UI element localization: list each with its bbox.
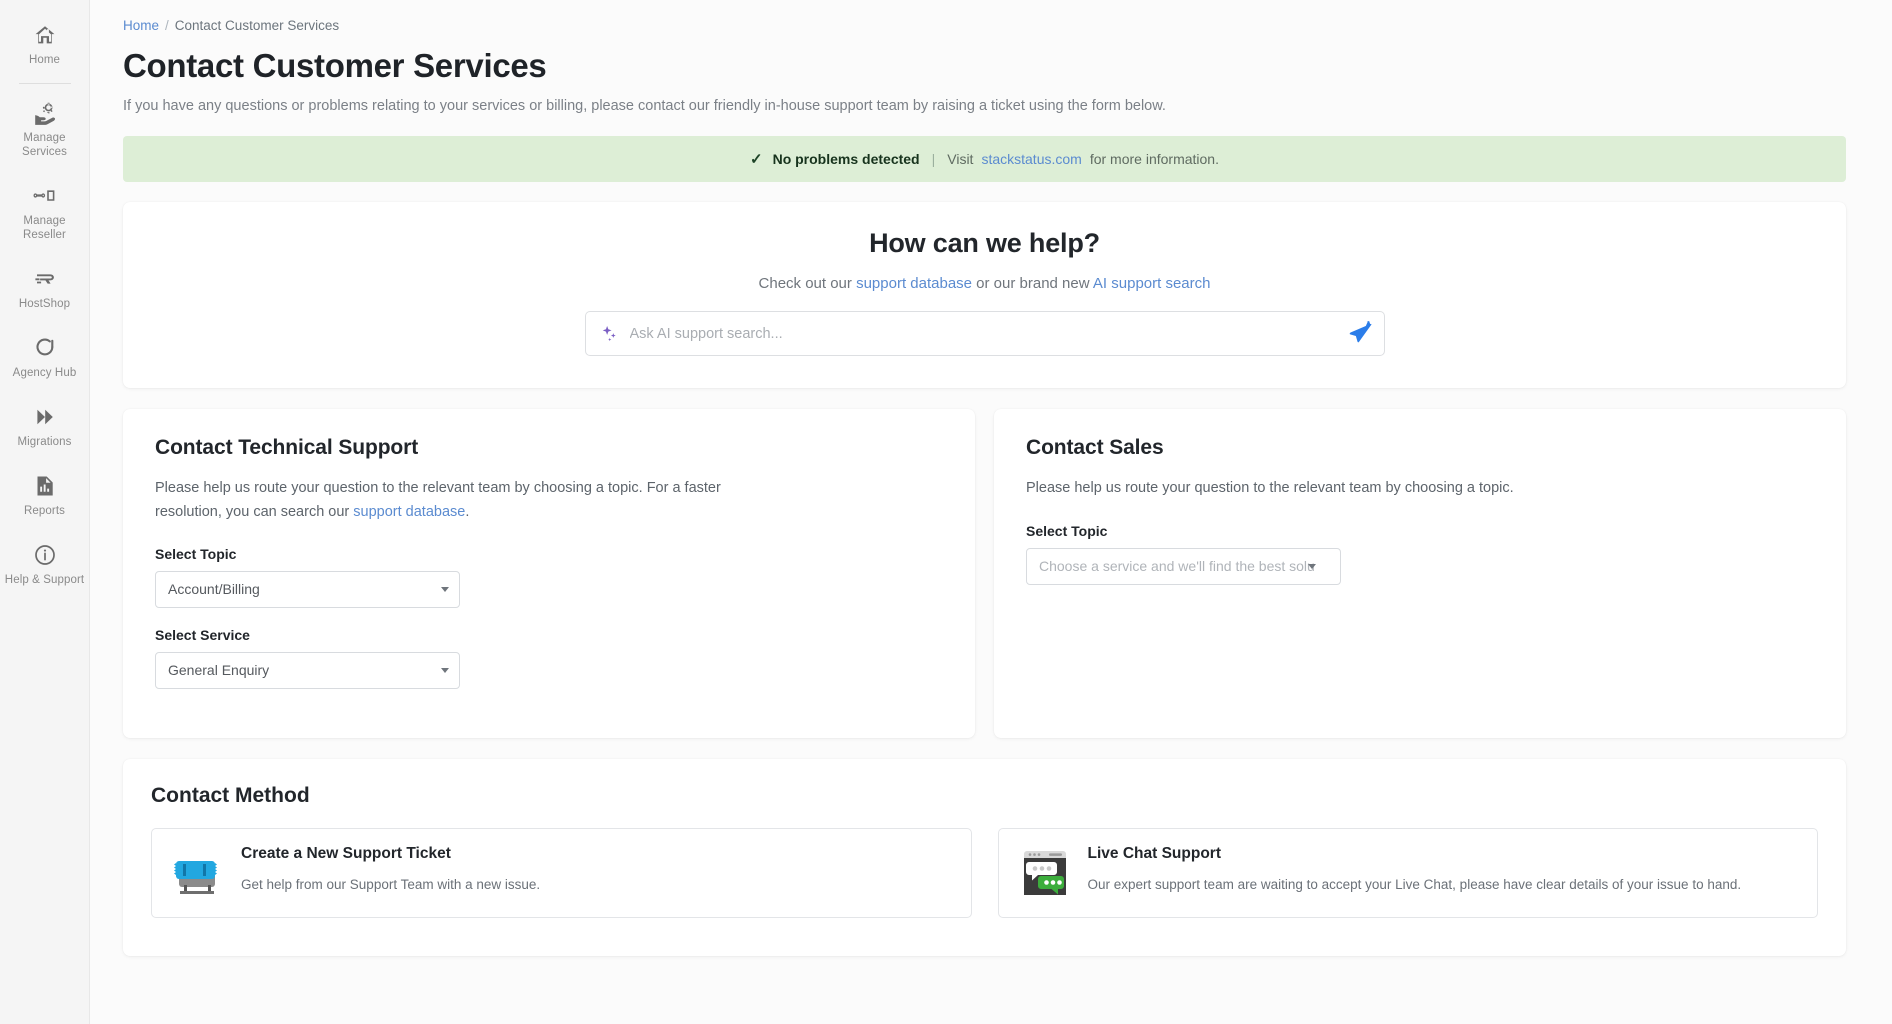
chevron-down-icon bbox=[441, 586, 449, 592]
page-title: Contact Customer Services bbox=[123, 47, 547, 84]
agency-hub-icon bbox=[32, 335, 58, 361]
chevron-down-icon bbox=[441, 667, 449, 673]
help-heading: How can we help? bbox=[869, 228, 1100, 259]
hostshop-icon bbox=[32, 266, 58, 292]
sidebar-item-reports[interactable]: Reports bbox=[0, 461, 90, 530]
main-content: Home / Contact Customer Services Contact… bbox=[90, 0, 1892, 1024]
live-chat-icon bbox=[1019, 847, 1071, 899]
send-icon[interactable] bbox=[1347, 320, 1373, 347]
select-topic-sales-placeholder: Choose a service and we'll find the best… bbox=[1039, 558, 1314, 574]
status-visit-prefix: Visit bbox=[947, 151, 974, 168]
reports-icon bbox=[32, 473, 58, 499]
sidebar-item-label: Agency Hub bbox=[12, 367, 77, 380]
support-database-link[interactable]: support database bbox=[353, 504, 465, 520]
method-title: Create a New Support Ticket bbox=[241, 844, 451, 862]
help-sub-middle: or our brand new bbox=[976, 275, 1090, 293]
sales-heading: Contact Sales bbox=[1026, 436, 1164, 460]
sidebar-item-label: HostShop bbox=[18, 298, 71, 311]
sidebar-item-hostshop[interactable]: HostShop bbox=[0, 254, 90, 323]
chevron-down-icon bbox=[1308, 563, 1316, 569]
sidebar-divider bbox=[18, 83, 71, 85]
sales-select-topic-label: Select Topic bbox=[1026, 522, 1108, 539]
status-message: No problems detected bbox=[772, 151, 920, 168]
contact-method-heading: Contact Method bbox=[151, 783, 310, 807]
home-icon bbox=[32, 22, 58, 48]
sidebar-item-label: Migrations bbox=[17, 436, 72, 449]
method-description: Get help from our Support Team with a ne… bbox=[241, 876, 541, 892]
sidebar-item-manage-services[interactable]: Manage Services bbox=[0, 88, 90, 171]
contact-method-list: Create a New Support Ticket Get help fro… bbox=[151, 827, 1818, 918]
manage-services-icon bbox=[32, 100, 58, 126]
manage-reseller-icon bbox=[32, 183, 58, 209]
method-description: Our expert support team are waiting to a… bbox=[1087, 876, 1742, 892]
sidebar-item-label: Reports bbox=[24, 505, 65, 518]
select-service-technical[interactable]: General Enquiry bbox=[155, 651, 460, 689]
status-visit-suffix: for more information. bbox=[1089, 151, 1219, 168]
breadcrumb-separator: / bbox=[165, 18, 169, 33]
contact-columns: Contact Technical Support Please help us… bbox=[123, 409, 1846, 738]
select-topic-value: Account/Billing bbox=[168, 581, 260, 598]
sales-lead: Please help us route your question to th… bbox=[1026, 480, 1514, 497]
ticket-icon bbox=[172, 847, 224, 899]
sales-card: Contact Sales Please help us route your … bbox=[994, 409, 1846, 738]
sidebar-item-help-support[interactable]: Help & Support bbox=[0, 530, 90, 599]
ai-search-bar[interactable] bbox=[584, 311, 1385, 357]
page-subtitle: If you have any questions or problems re… bbox=[123, 98, 1166, 114]
sparkle-icon bbox=[600, 324, 619, 343]
help-sub-prefix: Check out our bbox=[758, 275, 852, 293]
status-banner: ✓ No problems detected | Visit stackstat… bbox=[123, 136, 1846, 183]
ai-search-input[interactable] bbox=[629, 325, 1347, 342]
breadcrumb-current: Contact Customer Services bbox=[174, 18, 340, 33]
lead-suffix: . bbox=[465, 503, 470, 520]
select-topic-sales[interactable]: Choose a service and we'll find the best… bbox=[1026, 547, 1341, 585]
app-root: Home Manage Services Manage Reseller Hos… bbox=[0, 0, 1892, 1024]
breadcrumb-home-link[interactable]: Home bbox=[123, 18, 159, 33]
sidebar-item-label: Home bbox=[28, 54, 61, 66]
help-subtitle: Check out our support database or our br… bbox=[143, 275, 1826, 292]
sidebar-item-migrations[interactable]: Migrations bbox=[0, 392, 90, 461]
technical-support-lead: Please help us route your question to th… bbox=[155, 477, 755, 524]
sidebar-item-manage-reseller[interactable]: Manage Reseller bbox=[0, 171, 90, 254]
sidebar-item-agency-hub[interactable]: Agency Hub bbox=[0, 323, 90, 392]
sidebar-item-label: Manage Reseller bbox=[23, 215, 66, 242]
select-topic-technical[interactable]: Account/Billing bbox=[155, 570, 460, 608]
sidebar-item-label: Help & Support bbox=[4, 574, 85, 587]
select-topic-label: Select Topic bbox=[155, 545, 237, 562]
technical-support-heading: Contact Technical Support bbox=[155, 436, 419, 460]
info-circle-icon bbox=[32, 542, 58, 568]
method-live-chat[interactable]: Live Chat Support Our expert support tea… bbox=[997, 827, 1818, 918]
ai-help-card: How can we help? Check out our support d… bbox=[123, 202, 1846, 389]
ai-support-search-link[interactable]: AI support search bbox=[1093, 275, 1211, 292]
sidebar-item-label: Manage Services bbox=[22, 132, 67, 159]
select-service-value: General Enquiry bbox=[168, 662, 270, 679]
sidebar-item-home[interactable]: Home bbox=[0, 10, 90, 79]
technical-support-card: Contact Technical Support Please help us… bbox=[123, 409, 975, 738]
support-database-link[interactable]: support database bbox=[856, 275, 972, 292]
select-service-label: Select Service bbox=[155, 626, 250, 643]
stackstatus-link[interactable]: stackstatus.com bbox=[981, 151, 1081, 167]
check-icon: ✓ bbox=[750, 151, 763, 169]
contact-method-card: Contact Method Create a New Support Tick… bbox=[123, 758, 1846, 956]
breadcrumb: Home / Contact Customer Services bbox=[123, 18, 1846, 33]
method-create-ticket[interactable]: Create a New Support Ticket Get help fro… bbox=[151, 827, 972, 918]
sidebar: Home Manage Services Manage Reseller Hos… bbox=[0, 0, 90, 1024]
status-divider: | bbox=[931, 151, 936, 168]
method-title: Live Chat Support bbox=[1087, 844, 1221, 862]
migrations-icon bbox=[32, 404, 58, 430]
